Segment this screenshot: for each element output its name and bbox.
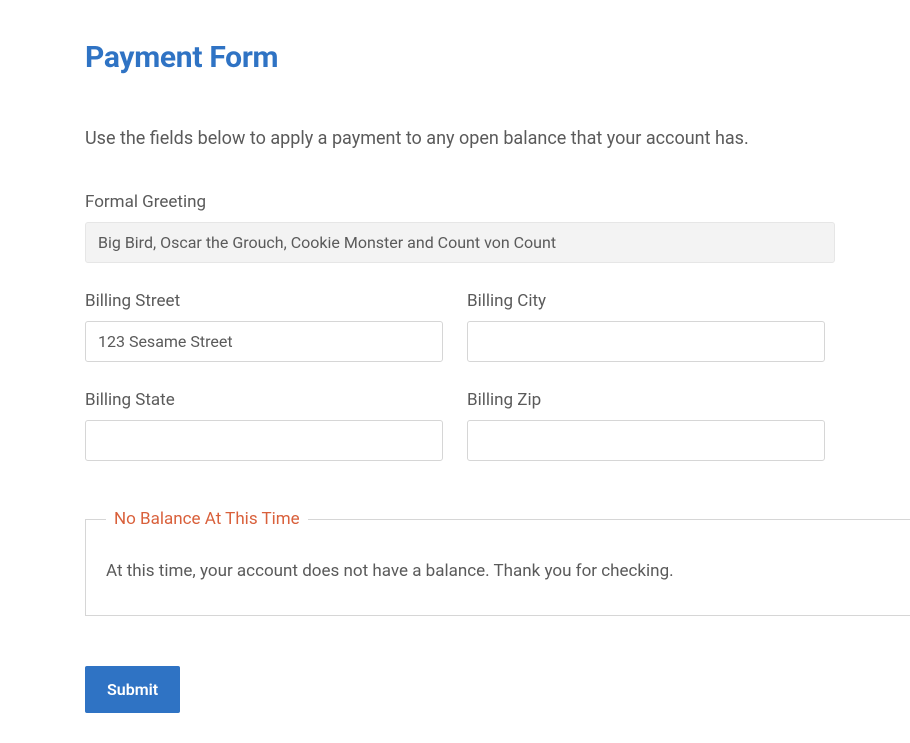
billing-zip-label: Billing Zip	[467, 390, 825, 410]
formal-greeting-field	[85, 222, 835, 263]
billing-street-label: Billing Street	[85, 291, 443, 311]
submit-button[interactable]: Submit	[85, 666, 180, 713]
billing-city-field[interactable]	[467, 321, 825, 362]
billing-state-label: Billing State	[85, 390, 443, 410]
billing-zip-field[interactable]	[467, 420, 825, 461]
form-description: Use the fields below to apply a payment …	[85, 125, 825, 152]
billing-state-field[interactable]	[85, 420, 443, 461]
billing-street-field[interactable]	[85, 321, 443, 362]
page-title: Payment Form	[85, 40, 825, 75]
balance-notice-fieldset: No Balance At This Time At this time, yo…	[85, 509, 910, 616]
balance-notice-legend: No Balance At This Time	[106, 509, 308, 529]
formal-greeting-label: Formal Greeting	[85, 192, 835, 212]
billing-city-label: Billing City	[467, 291, 825, 311]
balance-notice-message: At this time, your account does not have…	[106, 559, 890, 585]
